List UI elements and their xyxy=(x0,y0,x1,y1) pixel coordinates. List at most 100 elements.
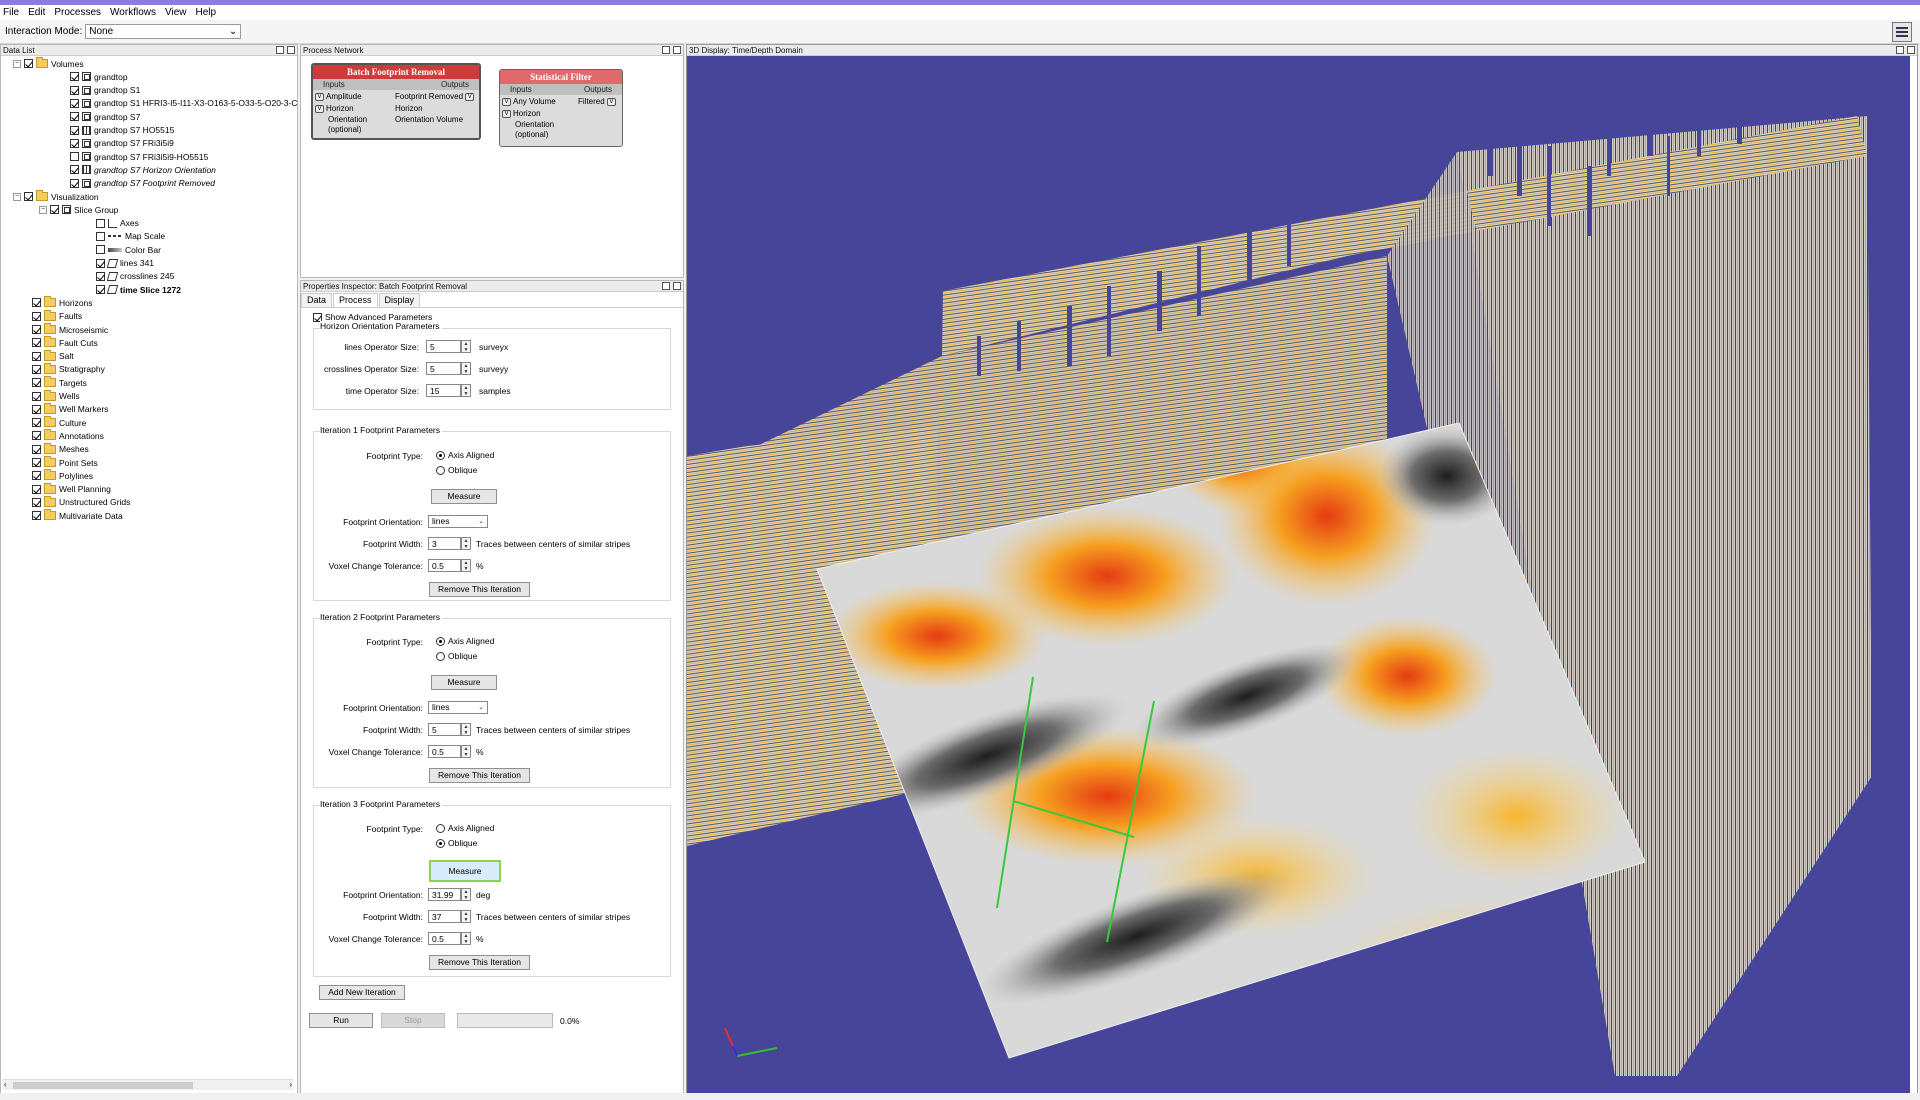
float-icon[interactable] xyxy=(276,46,284,54)
tree-slice-item[interactable]: time Slice 1272 xyxy=(85,283,181,296)
spin-arrows-icon[interactable]: ▲ ▼ xyxy=(461,384,471,397)
visibility-checkbox[interactable] xyxy=(70,112,79,122)
interaction-mode-select[interactable]: None ⌄ xyxy=(85,24,242,39)
spin-arrows-icon[interactable]: ▲ ▼ xyxy=(461,723,471,736)
iter2-tolerance-input[interactable]: 0.5 ▲ ▼ xyxy=(428,745,471,758)
iter2-width-input[interactable]: 5 ▲ ▼ xyxy=(428,723,471,736)
pin-icon[interactable] xyxy=(1907,46,1915,54)
visibility-checkbox[interactable] xyxy=(70,72,79,82)
menu-processes[interactable]: Processes xyxy=(54,7,101,18)
tree-folder[interactable]: Culture xyxy=(21,416,86,429)
tree-volumes[interactable]: − Volumes xyxy=(13,57,84,70)
tree-visualization[interactable]: − Visualization xyxy=(13,190,99,203)
tree-folder[interactable]: Well Markers xyxy=(21,402,108,416)
visibility-checkbox[interactable] xyxy=(70,178,79,188)
visibility-checkbox[interactable] xyxy=(32,391,41,401)
tree-volume-item[interactable]: grandtop xyxy=(59,70,128,83)
visibility-checkbox[interactable] xyxy=(96,285,105,295)
iter1-width-input[interactable]: 3 ▲ ▼ xyxy=(428,537,471,550)
iter1-measure-button[interactable]: Measure xyxy=(431,489,497,504)
tree-volume-item[interactable]: grandtop S7 Footprint Removed xyxy=(59,177,215,190)
visibility-checkbox[interactable] xyxy=(32,338,41,348)
add-new-iteration-button[interactable]: Add New Iteration xyxy=(319,985,405,1000)
menu-workflows[interactable]: Workflows xyxy=(110,7,156,18)
iter2-remove-button[interactable]: Remove This Iteration xyxy=(429,768,530,783)
tree-slice-group[interactable]: − Slice Group xyxy=(39,203,118,216)
visibility-checkbox[interactable] xyxy=(70,98,79,108)
tree-folder[interactable]: Annotations xyxy=(21,429,104,442)
tree-slice-item[interactable]: Color Bar xyxy=(85,243,161,256)
iter1-remove-button[interactable]: Remove This Iteration xyxy=(429,582,530,597)
float-icon[interactable] xyxy=(662,46,670,54)
visibility-checkbox[interactable] xyxy=(32,418,41,428)
menu-help[interactable]: Help xyxy=(195,7,216,18)
visibility-checkbox[interactable] xyxy=(24,192,33,201)
tab-process[interactable]: Process xyxy=(333,293,378,307)
statistical-filter-node[interactable]: Statistical Filter Inputs Outputs V Any Vo… xyxy=(499,69,623,147)
tree-slice-item[interactable]: Axes xyxy=(85,217,139,230)
spin-arrows-icon[interactable]: ▲ ▼ xyxy=(461,537,471,550)
tree-folder[interactable]: Faults xyxy=(21,309,82,323)
tree-folder[interactable]: Unstructured Grids xyxy=(21,495,130,509)
tree-folder[interactable]: Wells xyxy=(21,389,80,403)
visibility-checkbox[interactable] xyxy=(50,205,59,215)
tree-folder[interactable]: Stratigraphy xyxy=(21,362,105,376)
iter3-oblique-radio[interactable]: Oblique xyxy=(436,838,477,848)
visibility-checkbox[interactable] xyxy=(70,138,79,148)
collapse-icon[interactable]: − xyxy=(13,192,21,201)
tree-volume-item[interactable]: grandtop S7 Horizon Orientation xyxy=(59,163,216,176)
visibility-checkbox[interactable] xyxy=(96,245,105,255)
tree-slice-item[interactable]: Map Scale xyxy=(85,230,165,243)
visibility-checkbox[interactable] xyxy=(32,444,41,454)
3d-viewport[interactable] xyxy=(687,56,1910,1093)
tree-volume-item[interactable]: grandtop S1 xyxy=(59,84,140,97)
visibility-checkbox[interactable] xyxy=(70,125,79,135)
port-any-volume[interactable]: V Any Volume xyxy=(502,97,556,107)
collapse-icon[interactable]: − xyxy=(13,59,21,68)
visibility-checkbox[interactable] xyxy=(24,59,33,68)
visibility-checkbox[interactable] xyxy=(32,298,41,308)
tree-volume-item[interactable]: grandtop S7 xyxy=(59,110,140,123)
iter1-orientation-dropdown[interactable]: lines ⌄ xyxy=(428,515,488,528)
scroll-thumb[interactable] xyxy=(13,1082,193,1089)
collapse-icon[interactable]: − xyxy=(39,205,47,214)
visibility-checkbox[interactable] xyxy=(32,431,41,441)
crosslines-operator-input[interactable]: 5 ▲ ▼ xyxy=(426,362,471,375)
tree-volume-item[interactable]: grandtop S1 HFRI3-I5-I11-X3-O163-5-O33-5… xyxy=(59,97,297,110)
float-icon[interactable] xyxy=(662,282,670,290)
menu-file[interactable]: File xyxy=(3,7,19,18)
spin-arrows-icon[interactable]: ▲ ▼ xyxy=(461,559,471,572)
iter1-tolerance-input[interactable]: 0.5 ▲ ▼ xyxy=(428,559,471,572)
port-amplitude[interactable]: V Amplitude xyxy=(315,92,362,102)
batch-footprint-node[interactable]: Batch Footprint Removal Inputs Outputs VA… xyxy=(311,63,481,140)
toolbox-icon[interactable] xyxy=(1892,22,1912,42)
float-icon[interactable] xyxy=(1896,46,1904,54)
scroll-left-icon[interactable]: ‹ xyxy=(4,1080,7,1089)
tab-display[interactable]: Display xyxy=(378,293,421,307)
spin-arrows-icon[interactable]: ▲ ▼ xyxy=(461,888,471,901)
visibility-checkbox[interactable] xyxy=(32,325,41,334)
menu-edit[interactable]: Edit xyxy=(28,7,45,18)
tree-folder[interactable]: Multivariate Data xyxy=(21,509,123,522)
pin-icon[interactable] xyxy=(673,46,681,54)
tree-folder[interactable]: Polylines xyxy=(21,469,93,482)
iter2-oblique-radio[interactable]: Oblique xyxy=(436,651,477,661)
pin-icon[interactable] xyxy=(673,282,681,290)
tree-slice-item[interactable]: crosslines 245 xyxy=(85,270,174,283)
port-filtered[interactable]: Filtered V xyxy=(578,97,618,107)
tree-folder[interactable]: Point Sets xyxy=(21,456,98,469)
stop-button[interactable]: Stop xyxy=(381,1013,445,1028)
visibility-checkbox[interactable] xyxy=(32,497,41,507)
visibility-checkbox[interactable] xyxy=(96,231,105,241)
iter1-oblique-radio[interactable]: Oblique xyxy=(436,465,477,475)
visibility-checkbox[interactable] xyxy=(32,484,41,494)
iter3-width-input[interactable]: 37 ▲ ▼ xyxy=(428,910,471,923)
tree-folder[interactable]: Horizons xyxy=(21,296,93,309)
run-button[interactable]: Run xyxy=(309,1013,373,1028)
visibility-checkbox[interactable] xyxy=(32,404,41,414)
visibility-checkbox[interactable] xyxy=(32,351,41,361)
tree-volume-item[interactable]: grandtop S7 FRi3i5i9 xyxy=(59,137,174,150)
spin-arrows-icon[interactable]: ▲ ▼ xyxy=(461,340,471,353)
tree-volume-item[interactable]: grandtop S7 FRi3i5i9-HO5515 xyxy=(59,150,208,163)
visibility-checkbox[interactable] xyxy=(32,364,41,374)
